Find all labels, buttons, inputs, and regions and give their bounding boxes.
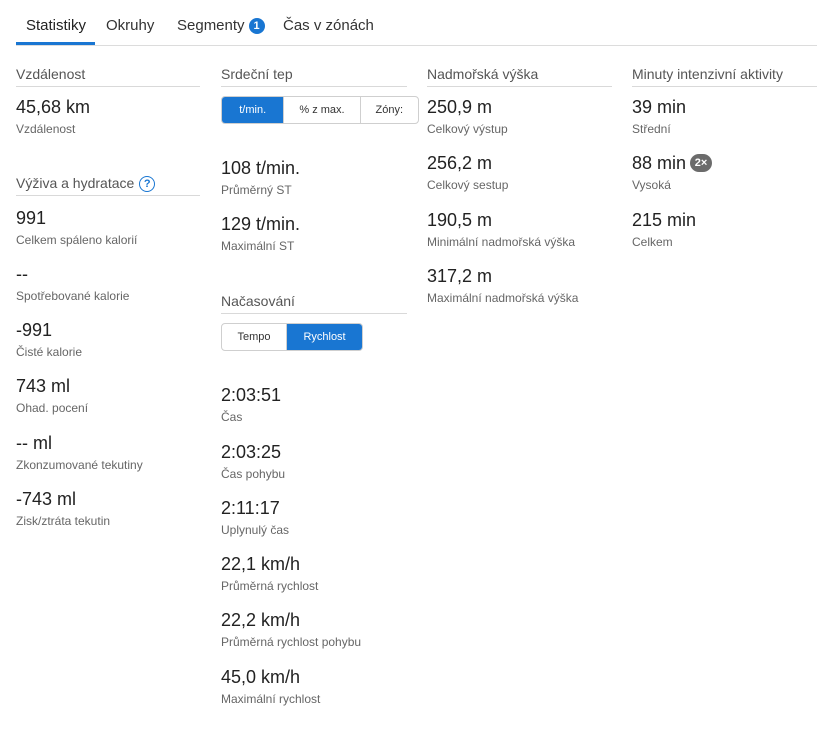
stat-value: 39 min [632, 97, 687, 117]
stat-label: Vysoká [632, 178, 671, 192]
stat-label: Průměrná rychlost pohybu [221, 635, 362, 649]
section-header-elevation: Nadmořská výška [427, 66, 612, 87]
toggle-bpm[interactable]: t/min. [222, 97, 284, 123]
tab-segments[interactable]: Segmenty 1 [177, 17, 265, 34]
stat-label: Průměrný ST [221, 183, 292, 197]
stat-total-calories: 991 Celkem spáleno kalorií [16, 208, 137, 248]
stat-elapsed-time: 2:11:17 Uplynulý čas [221, 498, 289, 538]
stat-moderate-minutes: 39 min Střední [632, 97, 686, 137]
help-icon[interactable]: ? [139, 176, 156, 192]
stat-value: 2:03:51 [221, 385, 282, 405]
stat-label: Minimální nadmořská výška [427, 235, 576, 249]
stat-time: 2:03:51 Čas [221, 385, 281, 425]
stat-value: 256,2 m [427, 153, 493, 173]
stat-max-speed: 45,0 km/h Maximální rychlost [221, 667, 320, 707]
tab-label: Statistiky [26, 17, 87, 34]
stat-value: 190,5 m [427, 210, 493, 230]
toggle-pace[interactable]: Tempo [222, 324, 286, 350]
tab-bar: Statistiky Okruhy Segmenty 1 Čas v zónách [16, 0, 817, 46]
stat-label: Čas pohybu [221, 467, 286, 481]
stat-avg-speed: 22,1 km/h Průměrná rychlost [221, 554, 318, 594]
stat-total-ascent: 250,9 m Celkový výstup [427, 97, 508, 137]
stat-value: 317,2 m [427, 266, 493, 286]
stat-value: 250,9 m [427, 97, 493, 117]
stat-avg-hr: 108 t/min. Průměrný ST [221, 158, 300, 198]
stat-value: 108 t/min. [221, 158, 301, 178]
toggle-percent-max[interactable]: % z max. [283, 97, 359, 123]
stat-label: Uplynulý čas [221, 523, 290, 537]
active-tab-indicator [16, 42, 95, 45]
section-header-distance: Vzdálenost [16, 66, 200, 87]
stat-value: 2:03:25 [221, 442, 282, 462]
stat-label: Maximální rychlost [221, 692, 321, 706]
timing-mode-toggle: Tempo Rychlost [221, 323, 363, 351]
toggle-zones[interactable]: Zóny: [359, 97, 418, 123]
stat-moving-time: 2:03:25 Čas pohybu [221, 442, 285, 482]
toggle-speed[interactable]: Rychlost [286, 324, 362, 350]
stat-value: 2:11:17 [221, 498, 280, 518]
stat-label: Celkový výstup [427, 122, 508, 136]
stat-label: Průměrná rychlost [221, 579, 319, 593]
stat-distance: 45,68 km Vzdálenost [16, 97, 90, 137]
stat-sweat-loss: 743 ml Ohad. pocení [16, 376, 88, 416]
stat-value: -- [16, 264, 28, 284]
stat-value: 22,2 km/h [221, 610, 301, 630]
stat-label: Čas [221, 410, 243, 424]
stat-label: Střední [632, 122, 671, 136]
section-header-nutrition: Výživa a hydratace? [16, 175, 200, 196]
stat-value: 22,1 km/h [221, 554, 301, 574]
section-header-label: Výživa a hydratace [16, 175, 135, 191]
stat-value-row: 88 min 2× [632, 153, 713, 173]
stat-fluids-consumed: -- ml Zkonzumované tekutiny [16, 433, 143, 473]
stat-value: 45,0 km/h [221, 667, 301, 687]
tab-label: Čas v zónách [283, 17, 374, 34]
stat-max-hr: 129 t/min. Maximální ST [221, 214, 300, 254]
stat-label: Celkem [632, 235, 673, 249]
stat-fluid-balance: -743 ml Zisk/ztráta tekutin [16, 489, 110, 529]
tab-statistics[interactable]: Statistiky [26, 17, 86, 34]
stat-value: 743 ml [16, 376, 71, 396]
stat-value: 88 min [632, 153, 687, 173]
segments-count-badge: 1 [248, 18, 265, 34]
stat-consumed-calories: -- Spotřebované kalorie [16, 264, 129, 304]
stat-value: -743 ml [16, 489, 77, 509]
tab-label: Okruhy [106, 17, 155, 34]
stat-avg-moving-speed: 22,2 km/h Průměrná rychlost pohybu [221, 610, 361, 650]
stat-label: Maximální nadmořská výška [427, 291, 579, 305]
stat-label: Ohad. pocení [16, 401, 89, 415]
stat-value: 45,68 km [16, 97, 91, 117]
stat-value: -- ml [16, 433, 52, 453]
tab-label: Segmenty [177, 17, 245, 34]
heart-rate-unit-toggle: t/min. % z max. Zóny: [221, 96, 419, 124]
stat-label: Celkem spáleno kalorií [16, 233, 138, 247]
stat-label: Spotřebované kalorie [16, 289, 130, 303]
stat-net-calories: -991 Čisté kalorie [16, 320, 82, 360]
section-header-heart-rate: Srdeční tep [221, 66, 407, 87]
stat-value: 129 t/min. [221, 214, 301, 234]
stat-total-descent: 256,2 m Celkový sestup [427, 153, 508, 193]
stat-label: Čisté kalorie [16, 345, 83, 359]
multiplier-badge: 2× [690, 154, 713, 172]
stat-label: Celkový sestup [427, 178, 509, 192]
stat-value: 991 [16, 208, 47, 228]
stat-label: Maximální ST [221, 239, 295, 253]
stat-max-elevation: 317,2 m Maximální nadmořská výška [427, 266, 578, 306]
stat-value: -991 [16, 320, 53, 340]
stat-label: Zkonzumované tekutiny [16, 458, 143, 472]
stat-min-elevation: 190,5 m Minimální nadmořská výška [427, 210, 575, 250]
tab-laps[interactable]: Okruhy [106, 17, 154, 34]
stat-value: 215 min [632, 210, 697, 230]
stat-label: Zisk/ztráta tekutin [16, 514, 111, 528]
tab-time-in-zones[interactable]: Čas v zónách [283, 17, 374, 34]
section-header-timing: Načasování [221, 293, 407, 314]
stat-vigorous-minutes: 88 min 2× Vysoká [632, 153, 713, 193]
section-header-intensity: Minuty intenzivní aktivity [632, 66, 817, 87]
stat-label: Vzdálenost [16, 122, 76, 136]
stat-total-intensity-minutes: 215 min Celkem [632, 210, 696, 250]
